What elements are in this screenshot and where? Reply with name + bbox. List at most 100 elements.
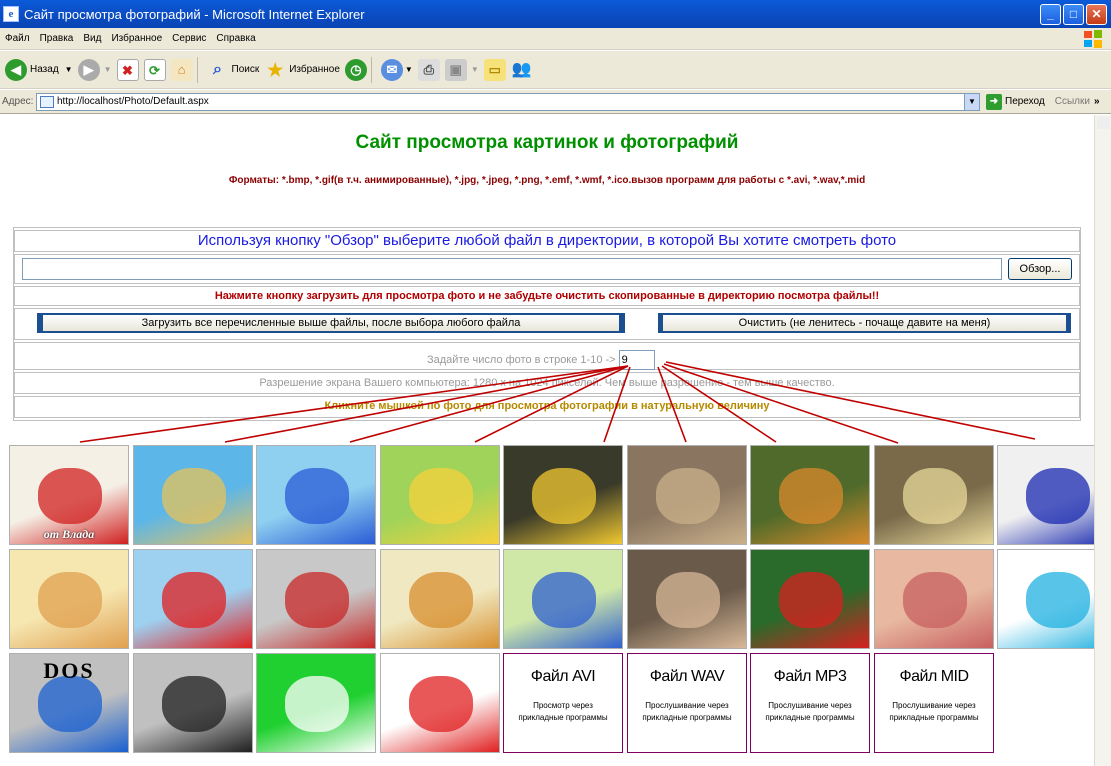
edit-button[interactable]: ▣ ▼ [444, 55, 479, 85]
village-thumbnail[interactable] [503, 549, 623, 649]
links-label[interactable]: Ссылки [1055, 96, 1090, 107]
title-bar: e Сайт просмотра фотографий - Microsoft … [0, 0, 1111, 28]
thumbnail-subject [285, 572, 349, 628]
edit-icon: ▣ [444, 58, 467, 81]
per-row-row: Задайте число фото в строке 1-10 -> 9 [14, 342, 1080, 370]
refresh-icon: ⟳ [143, 58, 166, 81]
card-fan-thumbnail[interactable]: от Влада [9, 445, 129, 545]
menu-tools[interactable]: Сервис [172, 33, 206, 44]
toolbar-separator [370, 56, 372, 83]
back-dropdown-icon[interactable]: ▼ [65, 65, 73, 74]
flower-thumbnail[interactable] [256, 653, 376, 753]
ie-icon: e [3, 6, 19, 22]
edit-dropdown-icon[interactable]: ▼ [471, 65, 479, 74]
control-panel: Используя кнопку "Обзор" выберите любой … [13, 227, 1081, 421]
go-arrow-icon: ➜ [986, 93, 1002, 110]
file-row: Обзор... [14, 254, 1080, 284]
per-row-input[interactable]: 9 [618, 350, 655, 370]
media-file-tile[interactable]: Файл AVI Просмотр через прикладные програ… [503, 653, 623, 753]
media-file-tile[interactable]: Файл MP3 Прослушивание через прикладные п… [750, 653, 870, 753]
back-button[interactable]: ◀ Назад ▼ [5, 55, 73, 85]
thumbnail-subject [285, 676, 349, 732]
beach-volcano-thumbnail[interactable] [133, 445, 253, 545]
media-file-title: Файл MID [899, 668, 969, 685]
file-path-input[interactable] [22, 258, 1002, 280]
discuss-button[interactable]: ▭ [483, 55, 506, 85]
resolution-text: Разрешение экрана Вашего компьютера: 128… [14, 372, 1080, 394]
butterfly-thumbnail[interactable] [874, 445, 994, 545]
mail-dropdown-icon[interactable]: ▼ [405, 65, 413, 74]
thumbnail-caption: от Влада [43, 527, 95, 541]
mail-icon: ✉ [380, 58, 403, 81]
media-file-tile[interactable]: Файл WAV Прослушивание через прикладные п… [627, 653, 747, 753]
buttons-row: Загрузить все перечисленные выше файлы, … [14, 308, 1080, 340]
menu-favorites[interactable]: Избранное [111, 33, 162, 44]
forward-dropdown-icon[interactable]: ▼ [104, 65, 112, 74]
thumbnail-subject [1026, 572, 1090, 628]
window-title: Сайт просмотра фотографий - Microsoft In… [24, 6, 365, 22]
media-file-tile[interactable]: Файл MID Прослушивание через прикладные п… [874, 653, 994, 753]
address-dropdown-icon[interactable]: ▼ [964, 93, 979, 110]
cartoon-cat-thumbnail[interactable] [9, 549, 129, 649]
woman-portrait-thumbnail[interactable] [627, 549, 747, 649]
stop-button[interactable]: ✖ [116, 55, 139, 85]
page-icon [40, 95, 54, 108]
thumbnail-subject [779, 572, 843, 628]
hand-cross-thumbnail[interactable] [380, 653, 500, 753]
maximize-button[interactable]: □ [1063, 4, 1084, 25]
mickey-car-thumbnail[interactable] [256, 445, 376, 545]
home-icon: ⌂ [170, 58, 193, 81]
favorites-button[interactable]: ★ Избранное [264, 55, 340, 85]
stop-icon: ✖ [116, 58, 139, 81]
thumbnail-subject [532, 468, 596, 524]
menu-help[interactable]: Справка [216, 33, 255, 44]
clear-button[interactable]: Очистить (не ленитесь - почаще давите на… [658, 313, 1071, 333]
chevron-right-icon[interactable]: » [1094, 96, 1100, 107]
browse-hint: Используя кнопку "Обзор" выберите любой … [14, 230, 1080, 252]
mail-button[interactable]: ✉ ▼ [380, 55, 413, 85]
menu-edit[interactable]: Правка [40, 33, 74, 44]
thumbnail-subject [903, 468, 967, 524]
address-url: http://localhost/Photo/Default.aspx [57, 96, 209, 107]
menu-view[interactable]: Вид [83, 33, 101, 44]
vertical-scrollbar[interactable] [1094, 115, 1111, 766]
refresh-button[interactable]: ⟳ [143, 55, 166, 85]
chicks-thumbnail[interactable] [503, 445, 623, 545]
thumbnail-subject [409, 572, 473, 628]
home-button[interactable]: ⌂ [170, 55, 193, 85]
forward-button[interactable]: ▶ ▼ [77, 55, 112, 85]
print-button[interactable]: ⎙ [417, 55, 440, 85]
messenger-button[interactable]: 👥 [511, 55, 533, 85]
windows-logo-icon [1083, 29, 1103, 49]
lion-thumbnail[interactable] [380, 549, 500, 649]
load-files-button[interactable]: Загрузить все перечисленные выше файлы, … [37, 313, 625, 333]
scrollbar-up-arrow[interactable] [1097, 117, 1110, 129]
close-button[interactable]: ✕ [1086, 4, 1107, 25]
history-button[interactable]: ◷ [344, 55, 367, 85]
dos-compass-thumbnail[interactable]: DOS [9, 653, 129, 753]
upload-hint: Нажмите кнопку загрузить для просмотра ф… [14, 286, 1080, 306]
search-icon: ⌕ [213, 60, 222, 78]
minimize-button[interactable]: _ [1040, 4, 1061, 25]
donald-pluto-thumbnail[interactable] [380, 445, 500, 545]
parrot-thumbnail[interactable] [750, 549, 870, 649]
tractor-thumbnail[interactable] [133, 549, 253, 649]
menu-bar: Файл Правка Вид Избранное Сервис Справка [0, 28, 1111, 50]
menu-file[interactable]: Файл [5, 33, 30, 44]
media-file-description: Прослушивание через прикладные программы [889, 701, 979, 722]
thumbnail-subject [38, 572, 102, 628]
roses-girl-thumbnail[interactable] [874, 549, 994, 649]
tiger-thumbnail[interactable] [750, 445, 870, 545]
skull-thumbnail[interactable] [133, 653, 253, 753]
forward-arrow-icon: ▶ [77, 58, 100, 81]
search-button[interactable]: ⌕ Поиск [207, 55, 259, 85]
back-arrow-icon: ◀ [5, 58, 27, 81]
thumbnail-subject [409, 468, 473, 524]
media-file-description: Прослушивание через прикладные программы [642, 701, 732, 722]
castle-thumbnail[interactable] [256, 549, 376, 649]
address-input[interactable]: http://localhost/Photo/Default.aspx ▼ [36, 92, 980, 111]
thumbnail-subject [656, 468, 720, 524]
go-button[interactable]: ➜ Переход [986, 93, 1045, 110]
browse-button[interactable]: Обзор... [1008, 258, 1072, 280]
cat-face-thumbnail[interactable] [627, 445, 747, 545]
